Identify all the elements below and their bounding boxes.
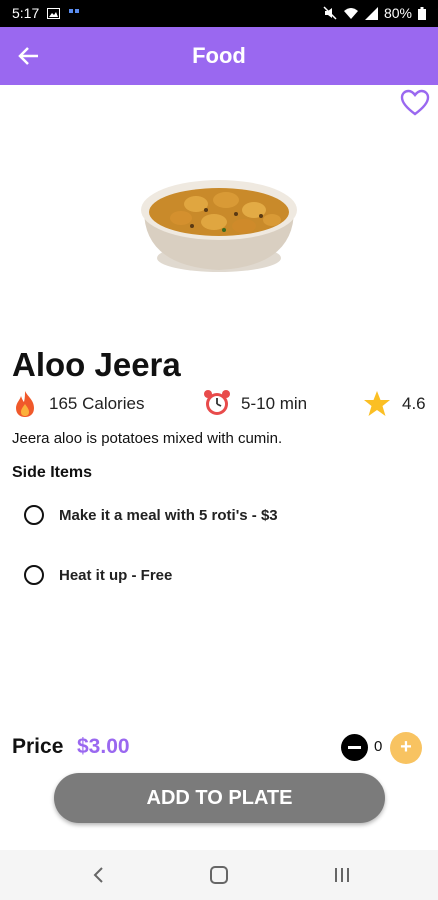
page-title: Food — [192, 43, 246, 68]
fire-icon — [16, 391, 34, 417]
heart-icon[interactable] — [400, 89, 430, 117]
side-option-label: Make it a meal with 5 roti's - $3 — [59, 507, 278, 524]
dish-description: Jeera aloo is potatoes mixed with cumin. — [12, 430, 283, 447]
nav-home-icon[interactable] — [207, 864, 231, 886]
plus-icon[interactable]: + — [390, 732, 422, 764]
radio-button[interactable] — [24, 505, 44, 525]
status-time: 5:17 — [12, 5, 40, 21]
star-icon — [364, 391, 390, 416]
system-nav-bar — [0, 850, 438, 900]
calories-text: 165 Calories — [49, 394, 145, 413]
prep-time-text: 5-10 min — [241, 394, 308, 413]
battery-icon — [418, 6, 426, 20]
add-to-plate-button[interactable]: ADD TO PLATE — [54, 773, 385, 823]
side-option-label: Heat it up - Free — [59, 567, 173, 584]
price-label: Price — [12, 735, 64, 758]
side-items-title: Side Items — [12, 464, 93, 481]
dish-name: Aloo Jeera — [12, 346, 181, 383]
gallery-icon — [47, 7, 61, 19]
price-value: $3.00 — [77, 735, 130, 758]
alarm-clock-icon — [204, 390, 230, 415]
mute-icon — [323, 6, 337, 20]
food-image — [141, 180, 297, 272]
nav-recents-icon[interactable] — [330, 864, 354, 886]
battery-percent: 80% — [383, 5, 412, 21]
wifi-icon — [343, 7, 358, 19]
quantity-value: 0 — [374, 738, 383, 755]
message-icon — [69, 9, 80, 13]
minus-icon[interactable] — [341, 734, 368, 761]
signal-icon — [364, 6, 378, 20]
app-bar: Food — [0, 27, 438, 85]
nav-back-icon[interactable] — [88, 864, 112, 886]
meta-row: 165 Calories 5-10 min 4.6 — [12, 388, 432, 418]
radio-button[interactable] — [24, 565, 44, 585]
status-bar: 5:17 80% — [0, 0, 438, 27]
rating-text: 4.6 — [402, 394, 426, 413]
